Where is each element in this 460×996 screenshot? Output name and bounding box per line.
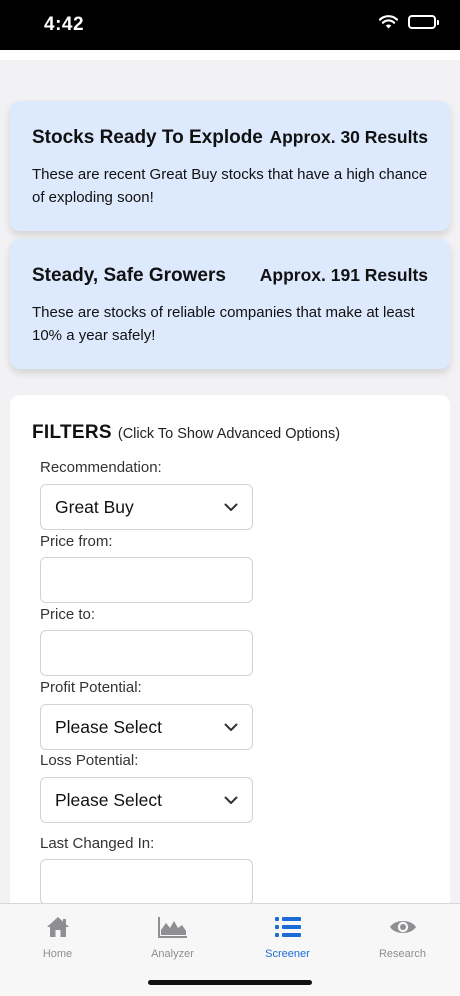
tab-label: Research	[378, 948, 427, 960]
card-title: Steady, Safe Growers	[32, 265, 226, 286]
chevron-down-icon	[224, 796, 238, 805]
status-bar: 4:42	[0, 0, 460, 50]
loss-potential-select[interactable]: Please Select	[40, 777, 253, 823]
last-changed-in-input[interactable]	[40, 859, 253, 905]
profit-potential-label: Profit Potential:	[40, 679, 142, 696]
tab-research[interactable]: Research	[345, 914, 460, 960]
list-icon	[230, 914, 345, 940]
battery-icon	[408, 15, 439, 29]
loss-potential-value: Please Select	[55, 789, 163, 810]
chevron-down-icon	[224, 503, 238, 512]
profit-potential-value: Please Select	[55, 716, 163, 737]
home-icon	[0, 914, 115, 940]
home-indicator[interactable]	[148, 980, 312, 985]
tab-analyzer[interactable]: Analyzer	[115, 914, 230, 960]
recommendation-value: Great Buy	[55, 496, 134, 517]
loss-potential-label: Loss Potential:	[40, 752, 139, 769]
recommendation-select[interactable]: Great Buy	[40, 484, 253, 530]
tab-label: Home	[42, 948, 73, 960]
card-title: Stocks Ready To Explode	[32, 127, 263, 148]
card-description: These are stocks of reliable companies t…	[32, 304, 415, 344]
tab-home[interactable]: Home	[0, 914, 115, 960]
status-time: 4:42	[44, 14, 85, 35]
card-stocks-ready-to-explode[interactable]: Stocks Ready To Explode Approx. 30 Resul…	[10, 101, 450, 231]
eye-icon	[345, 914, 460, 940]
recommendation-label: Recommendation:	[40, 459, 162, 476]
profit-potential-select[interactable]: Please Select	[40, 704, 253, 750]
card-steady-safe-growers[interactable]: Steady, Safe Growers Approx. 191 Results…	[10, 239, 450, 369]
last-changed-in-label: Last Changed In:	[40, 835, 155, 852]
price-from-input[interactable]	[40, 557, 253, 603]
filters-title: FILTERS	[32, 422, 112, 443]
tab-label: Screener	[265, 948, 310, 960]
card-result-count: Approx. 30 Results	[269, 127, 428, 147]
filters-panel: FILTERS (Click To Show Advanced Options)…	[10, 395, 450, 955]
tab-label: Analyzer	[151, 948, 194, 960]
filters-hint: (Click To Show Advanced Options)	[117, 426, 341, 442]
wifi-icon	[379, 15, 398, 29]
card-result-count: Approx. 191 Results	[259, 265, 428, 285]
filters-toggle[interactable]: FILTERS (Click To Show Advanced Options)	[32, 422, 340, 444]
card-description: These are recent Great Buy stocks that h…	[32, 166, 428, 206]
tab-screener[interactable]: Screener	[230, 914, 345, 960]
price-to-label: Price to:	[40, 606, 96, 623]
header-strip	[0, 50, 460, 60]
price-to-input[interactable]	[40, 630, 253, 676]
chevron-down-icon	[224, 723, 238, 732]
status-icons	[379, 15, 439, 29]
price-from-label: Price from:	[40, 533, 113, 550]
area-chart-icon	[115, 914, 230, 940]
